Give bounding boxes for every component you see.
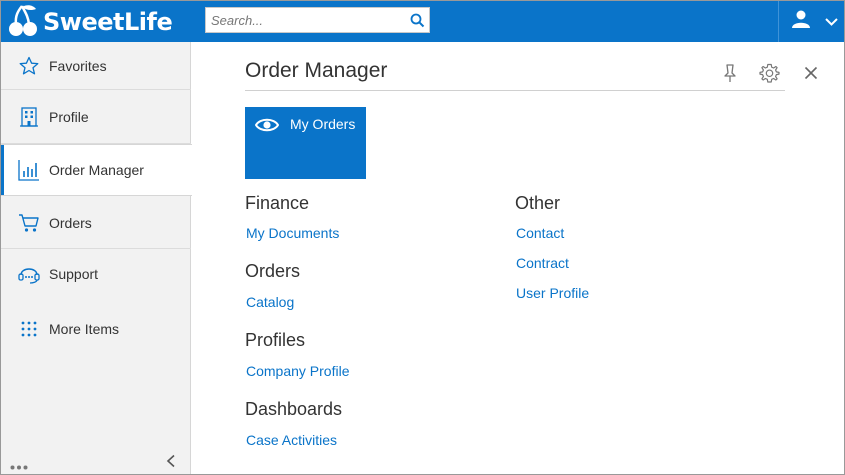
- brand-name: SweetLife: [43, 8, 173, 36]
- grid-dots-icon: [18, 318, 40, 340]
- sidebar-item-more-items[interactable]: More Items: [1, 304, 191, 354]
- section-title-orders: Orders: [245, 261, 301, 281]
- building-icon: [18, 106, 40, 128]
- bar-chart-icon: [18, 159, 40, 181]
- title-divider: [245, 90, 785, 91]
- sidebar-item-profile[interactable]: Profile: [1, 90, 191, 144]
- cherries-icon: [7, 3, 39, 42]
- sidebar-item-label: Profile: [49, 108, 89, 125]
- link-case-activities[interactable]: Case Activities: [246, 432, 337, 448]
- section-title-other: Other: [515, 193, 561, 213]
- brand-logo[interactable]: SweetLife: [7, 3, 173, 42]
- app-window: SweetLife Search... Favorites Profile Or…: [0, 0, 845, 475]
- section-title-dashboards: Dashboards: [245, 399, 343, 419]
- page-title: Order Manager: [245, 59, 388, 82]
- sidebar-item-favorites[interactable]: Favorites: [1, 42, 191, 90]
- close-icon[interactable]: [800, 62, 822, 84]
- sidebar-item-label: Support: [49, 266, 99, 282]
- sidebar-item-support[interactable]: Support: [1, 249, 191, 299]
- link-user-profile[interactable]: User Profile: [516, 285, 589, 301]
- link-contact[interactable]: Contact: [516, 225, 564, 241]
- chevron-down-icon: [825, 13, 838, 31]
- user-menu-button[interactable]: [778, 1, 844, 42]
- section-title-finance: Finance: [245, 193, 310, 213]
- ellipsis-icon[interactable]: [10, 457, 28, 474]
- section-title-profiles: Profiles: [245, 330, 306, 350]
- cart-icon: [18, 212, 40, 234]
- link-my-documents[interactable]: My Documents: [246, 225, 339, 241]
- search-box: [205, 7, 430, 33]
- headset-icon: [18, 263, 40, 285]
- my-orders-tile[interactable]: My Orders: [245, 107, 366, 179]
- sidebar-item-label: Order Manager: [49, 162, 144, 178]
- gear-icon[interactable]: [758, 62, 780, 84]
- link-catalog[interactable]: Catalog: [246, 294, 294, 310]
- search-icon[interactable]: [407, 10, 427, 30]
- sidebar-item-label: More Items: [49, 321, 120, 337]
- link-contract[interactable]: Contract: [516, 255, 569, 271]
- eye-icon: [254, 116, 280, 139]
- sidebar-item-orders[interactable]: Orders: [1, 197, 191, 249]
- search-input[interactable]: [206, 8, 404, 32]
- sidebar: Favorites Profile Order Manager Orders S…: [1, 42, 192, 474]
- sidebar-footer: [1, 448, 191, 474]
- tile-label: My Orders: [290, 116, 356, 132]
- link-company-profile[interactable]: Company Profile: [246, 363, 350, 379]
- sidebar-item-label: Orders: [49, 214, 92, 231]
- sidebar-item-order-manager[interactable]: Order Manager: [1, 144, 192, 196]
- chevron-left-icon[interactable]: [165, 454, 177, 473]
- sidebar-item-label: Favorites: [49, 57, 107, 74]
- top-header: SweetLife: [1, 1, 844, 42]
- pin-icon[interactable]: [719, 62, 741, 84]
- user-icon: [791, 10, 811, 33]
- star-icon: [18, 55, 40, 77]
